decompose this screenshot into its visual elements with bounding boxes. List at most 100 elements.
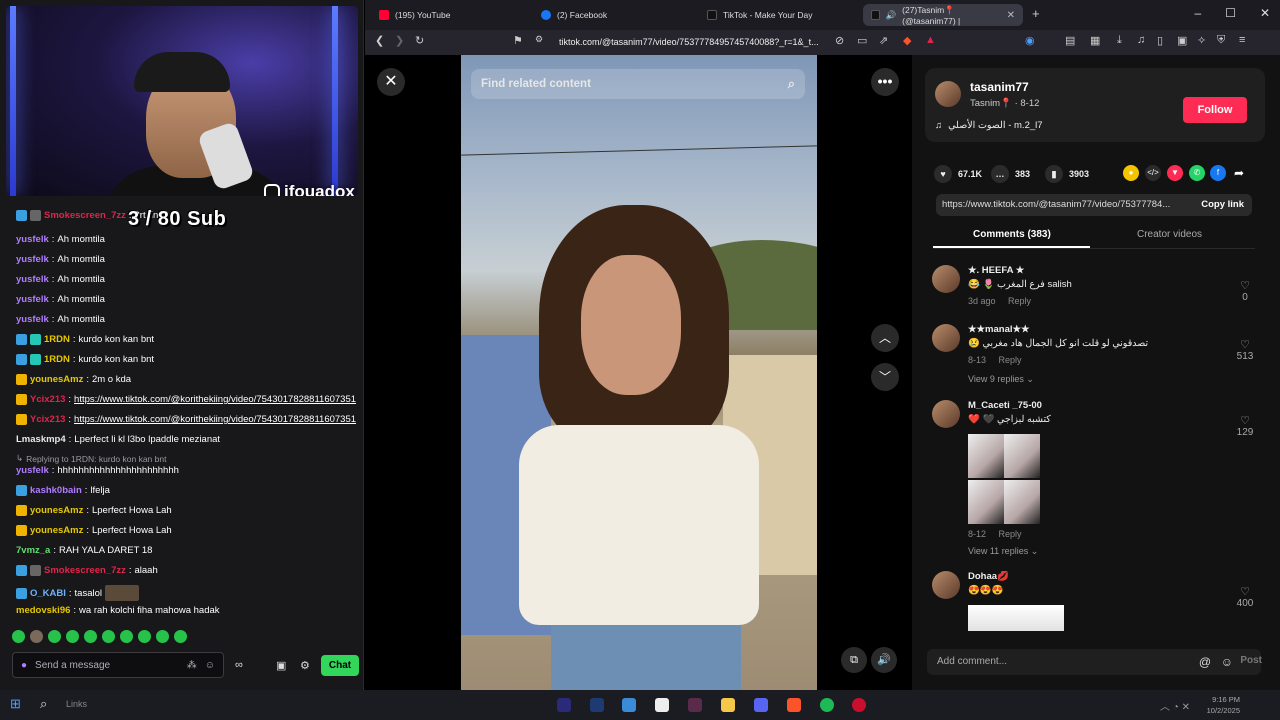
author-avatar[interactable] [935, 81, 961, 107]
site-info-icon[interactable]: ⚙ [535, 34, 543, 45]
maximize-icon[interactable]: ☐ [1225, 6, 1236, 20]
emote-icon[interactable] [102, 630, 115, 643]
tab-comments[interactable]: Comments (383) [973, 229, 1051, 240]
comment-like[interactable]: ♡ 400 [1233, 585, 1257, 609]
minimize-icon[interactable]: – [1194, 6, 1201, 20]
search-icon[interactable]: ⌕ [788, 69, 795, 99]
brave-shield-icon[interactable]: ◆ [903, 34, 911, 47]
tab-youtube[interactable]: (195) YouTube [371, 4, 531, 26]
heart-outline-icon[interactable]: ♡ [1233, 279, 1257, 292]
mention-icon[interactable]: @ [1199, 649, 1211, 675]
chat-username[interactable]: yusfelk [16, 254, 49, 265]
comment-image[interactable] [968, 480, 1004, 524]
like-stat[interactable]: ♥ 67.1K [934, 165, 982, 183]
heart-outline-icon[interactable]: ♡ [1233, 414, 1257, 427]
comment-icon[interactable]: … [991, 165, 1009, 183]
chat-username[interactable]: younesAmz [30, 374, 83, 385]
commenter-avatar[interactable] [932, 324, 960, 352]
author-username[interactable]: tasanim77 [970, 80, 1029, 94]
emote-icon[interactable] [156, 630, 169, 643]
commenter-avatar[interactable] [932, 265, 960, 293]
emote-icon[interactable] [84, 630, 97, 643]
emote-icon[interactable] [30, 630, 43, 643]
commenter-name[interactable]: ★. HEEFA ★ [968, 265, 1024, 276]
emote-icon[interactable] [120, 630, 133, 643]
facebook-share-icon[interactable]: f [1210, 165, 1226, 181]
bookmark-icon[interactable]: ▮ [1045, 165, 1063, 183]
comment-like[interactable]: ♡ 129 [1233, 414, 1257, 438]
photoshop-icon[interactable] [590, 698, 604, 712]
commenter-name[interactable]: M_Caceti _75-00 [968, 400, 1042, 411]
extension-icon[interactable]: ▤ [1065, 34, 1075, 47]
reload-icon[interactable]: ↻ [415, 34, 424, 47]
mic-icon[interactable]: ● [21, 660, 27, 671]
spotify-icon[interactable] [820, 698, 834, 712]
video-player[interactable] [461, 55, 817, 690]
chat-username[interactable]: Ycix213 [30, 414, 65, 425]
chat-username[interactable]: yusfelk [16, 465, 49, 476]
view-replies-link[interactable]: View 9 replies ⌄ [968, 374, 1034, 385]
chat-username[interactable]: yusfelk [16, 234, 49, 245]
commenter-name[interactable]: Dohaa💋 [968, 571, 1009, 582]
chat-username[interactable]: yusfelk [16, 314, 49, 325]
chat-username[interactable]: 1RDN [44, 354, 70, 365]
translate-icon[interactable]: ⁂ [187, 660, 197, 671]
downloads-icon[interactable]: ⤓ [1117, 34, 1122, 47]
save-stat[interactable]: ▮ 3903 [1045, 165, 1089, 183]
follow-button[interactable]: Follow [1183, 97, 1247, 123]
comment-image[interactable] [1004, 434, 1040, 478]
search-icon[interactable]: ⌕ [40, 696, 47, 712]
taskbar-search-label[interactable]: Links [66, 699, 87, 709]
commenter-name[interactable]: ★★manal★★ [968, 324, 1030, 335]
chat-send-button[interactable]: Chat [321, 655, 359, 676]
commenter-avatar[interactable] [932, 571, 960, 599]
back-icon[interactable]: ❮ [375, 34, 384, 47]
picture-in-picture-icon[interactable]: ⧉ [841, 647, 867, 673]
commenter-avatar[interactable] [932, 400, 960, 428]
app-icon[interactable] [688, 698, 702, 712]
chat-link[interactable]: https://www.tiktok.com/@korithekiing/vid… [74, 414, 356, 425]
emoji-icon[interactable]: ☺ [205, 660, 215, 671]
emote-icon[interactable] [12, 630, 25, 643]
chat-username[interactable]: medovski96 [16, 605, 70, 616]
emote-icon[interactable] [66, 630, 79, 643]
app-icon[interactable] [852, 698, 866, 712]
chat-username[interactable]: Smokescreen_7zz [44, 210, 126, 221]
view-replies-link[interactable]: View 11 replies ⌄ [968, 546, 1038, 557]
tab-creator-videos[interactable]: Creator videos [1137, 229, 1202, 240]
sidebar-icon[interactable]: ▯ [1157, 34, 1163, 47]
close-tab-icon[interactable]: ✕ [1007, 10, 1015, 21]
extensions-icon[interactable]: ∞ [235, 659, 243, 671]
forward-icon[interactable]: ❯ [395, 34, 404, 47]
sound-info[interactable]: ♫ الصوت الأصلي - m.2_l7 [935, 120, 1043, 131]
gift-icon[interactable]: ▣ [276, 659, 286, 672]
chat-username[interactable]: younesAmz [30, 525, 83, 536]
chat-username[interactable]: Smokescreen_7zz [44, 565, 126, 576]
brave-rewards-icon[interactable]: ▲ [925, 34, 936, 46]
close-video-button[interactable]: ✕ [377, 68, 405, 96]
tab-tiktok-video[interactable]: 🔊 (27)Tasnim📍 (@tasanim77) | ✕ [863, 4, 1023, 26]
heart-outline-icon[interactable]: ♡ [1233, 338, 1257, 351]
share-icon[interactable]: ➦ [1231, 165, 1247, 181]
settings-icon[interactable]: ⚙ [300, 659, 310, 672]
comment-stat[interactable]: … 383 [991, 165, 1030, 183]
media-icon[interactable]: ♫ [1137, 34, 1145, 46]
vpn-icon[interactable]: ⛨ [1217, 34, 1225, 47]
menu-icon[interactable]: ≡ [1239, 34, 1245, 46]
extension-icon[interactable]: ▦ [1090, 34, 1100, 47]
comment-like[interactable]: ♡ 0 [1233, 279, 1257, 303]
chat-username[interactable]: Ycix213 [30, 394, 65, 405]
emote-icon[interactable] [174, 630, 187, 643]
reply-button[interactable]: Reply [1008, 296, 1031, 306]
heart-icon[interactable]: ♥ [934, 165, 952, 183]
share-link-url[interactable]: https://www.tiktok.com/@tasanim77/video/… [942, 199, 1170, 210]
extension-icon[interactable]: ◉ [1025, 34, 1035, 47]
chat-username[interactable]: 7vmz_a [16, 545, 50, 556]
comment-like[interactable]: ♡ 513 [1233, 338, 1257, 362]
embed-icon[interactable]: </> [1145, 165, 1161, 181]
chat-username[interactable]: younesAmz [30, 505, 83, 516]
address-bar[interactable]: tiktok.com/@tasanim77/video/753777849574… [559, 33, 851, 51]
emote-icon[interactable] [48, 630, 61, 643]
reply-button[interactable]: Reply [999, 355, 1022, 365]
system-tray-icons[interactable]: ︿ ◔ ✕ [1160, 698, 1190, 713]
